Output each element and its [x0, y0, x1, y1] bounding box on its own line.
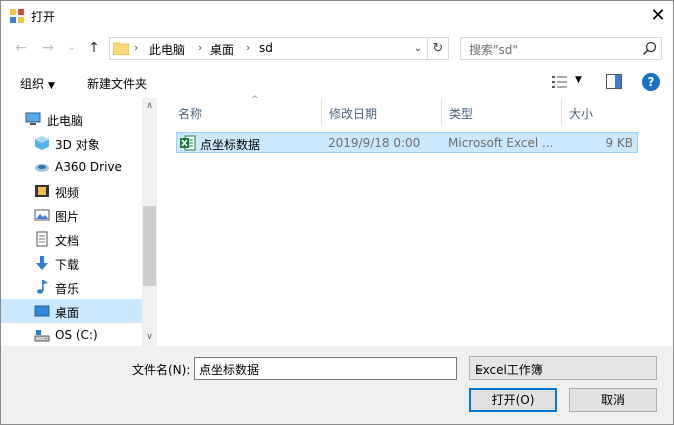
navigation-scrollbar[interactable]: ∧ ∨: [142, 98, 157, 346]
scroll-up-button[interactable]: ∧: [142, 98, 157, 115]
view-dropdown-icon[interactable]: ▼: [575, 75, 582, 85]
address-dropdown-button[interactable]: ⌄: [409, 38, 427, 59]
scrollbar-thumb[interactable]: [143, 206, 156, 286]
sidebar-item-label: OS (C:): [55, 328, 98, 342]
sidebar-item-label: 文档: [55, 234, 80, 248]
desktop-icon: [34, 305, 50, 317]
view-options-icon[interactable]: [551, 74, 569, 90]
breadcrumb-separator: ›: [134, 41, 139, 54]
a360-drive-icon: [35, 164, 49, 172]
close-button[interactable]: ✕: [643, 1, 673, 31]
music-icon: [37, 280, 48, 294]
sidebar-item-documents[interactable]: 文档: [1, 227, 142, 251]
filename-input[interactable]: 点坐标数据 ⌄: [194, 357, 457, 380]
navigation-bar: ← → ⌄ ↑ › 此电脑 › 桌面 › sd ⌄ ↻ 搜索"sd": [1, 33, 673, 63]
sidebar-item-this-pc[interactable]: 此电脑: [1, 107, 142, 131]
download-icon: [36, 256, 48, 270]
preview-pane-icon[interactable]: [606, 74, 622, 89]
computer-icon: [25, 112, 41, 125]
title-bar: 打开 ✕: [1, 1, 673, 31]
scroll-down-button[interactable]: ∨: [142, 329, 157, 346]
breadcrumb-separator: ›: [198, 41, 203, 54]
column-header-size[interactable]: 大小: [562, 98, 642, 126]
breadcrumb-sd[interactable]: sd: [259, 41, 273, 55]
open-button[interactable]: 打开(O): [469, 388, 557, 412]
sidebar-item-label: 音乐: [55, 282, 80, 296]
sidebar-item-label: 下载: [55, 258, 80, 272]
3d-objects-icon: [35, 136, 49, 150]
command-toolbar: 组织 ▼ 新建文件夹 ▼ ?: [1, 67, 673, 97]
breadcrumb-desktop[interactable]: 桌面: [210, 41, 234, 58]
dialog-footer: 文件名(N): 点坐标数据 ⌄ Excel工作簿 ⌄ 打开(O) 取消: [1, 346, 673, 424]
breadcrumb-this-pc[interactable]: 此电脑: [149, 41, 185, 58]
filename-label: 文件名(N):: [132, 363, 191, 377]
organize-label: 组织: [20, 77, 45, 91]
address-bar[interactable]: › 此电脑 › 桌面 › sd ⌄ ↻: [109, 37, 449, 60]
sidebar-item-label: A360 Drive: [55, 160, 122, 174]
app-icon: [10, 9, 24, 23]
filetype-select[interactable]: Excel工作簿 ⌄: [469, 356, 657, 380]
sidebar-item-desktop[interactable]: 桌面: [1, 299, 142, 323]
new-folder-button[interactable]: 新建文件夹: [87, 75, 147, 92]
window-title: 打开: [31, 10, 56, 24]
column-header-label: 大小: [569, 107, 594, 121]
chevron-down-icon: ⌄: [475, 361, 486, 375]
column-header-label: 名称: [178, 107, 203, 121]
excel-file-icon: [180, 135, 196, 151]
file-name: 点坐标数据: [200, 138, 261, 152]
search-box[interactable]: 搜索"sd": [460, 37, 662, 60]
sidebar-item-os-c[interactable]: OS (C:): [1, 323, 142, 346]
chevron-down-icon[interactable]: ⌄: [199, 361, 453, 375]
caret-down-icon: ▼: [48, 81, 55, 91]
organize-button[interactable]: 组织 ▼: [20, 75, 55, 92]
navigation-pane: 此电脑 3D 对象 A360 Drive 视频 图片 文档 下载 音乐 桌面 O…: [1, 98, 157, 346]
sidebar-item-label: 此电脑: [47, 114, 84, 128]
video-icon: [35, 185, 49, 197]
search-input[interactable]: 搜索"sd": [469, 41, 518, 58]
refresh-button[interactable]: ↻: [427, 38, 448, 59]
cancel-button[interactable]: 取消: [569, 388, 657, 412]
table-row[interactable]: 点坐标数据 2019/9/18 0:00 Microsoft Excel ...…: [176, 132, 638, 153]
column-header-type[interactable]: 类型: [442, 98, 562, 126]
up-button[interactable]: ↑: [85, 39, 103, 57]
search-icon[interactable]: [642, 41, 657, 56]
back-button[interactable]: ←: [12, 39, 30, 57]
column-header-name[interactable]: 名称 ^: [171, 95, 322, 126]
sidebar-item-music[interactable]: 音乐: [1, 275, 142, 299]
sidebar-item-downloads[interactable]: 下载: [1, 251, 142, 275]
sidebar-item-a360-drive[interactable]: A360 Drive: [1, 155, 142, 179]
recent-locations-button[interactable]: ⌄: [63, 39, 81, 57]
sidebar-item-label: 视频: [55, 186, 80, 200]
file-size: 9 KB: [605, 136, 633, 150]
breadcrumb-separator: ›: [246, 41, 251, 54]
column-header-label: 类型: [449, 107, 474, 121]
column-header-date[interactable]: 修改日期: [322, 98, 442, 126]
folder-icon: [113, 42, 129, 55]
sidebar-item-video[interactable]: 视频: [1, 179, 142, 203]
sidebar-item-label: 3D 对象: [55, 138, 100, 152]
sidebar-item-3d-objects[interactable]: 3D 对象: [1, 131, 142, 155]
documents-icon: [36, 231, 48, 247]
help-icon[interactable]: ?: [642, 73, 660, 91]
file-list: 名称 ^ 修改日期 类型 大小 点坐标数据 2019/9/18 0:00 Mic…: [161, 95, 673, 346]
sidebar-item-pictures[interactable]: 图片: [1, 203, 142, 227]
sort-ascending-icon: ^: [251, 95, 259, 105]
pictures-icon: [34, 209, 50, 221]
sidebar-item-label: 桌面: [55, 306, 80, 320]
sidebar-item-label: 图片: [55, 210, 80, 224]
column-header-label: 修改日期: [329, 107, 378, 121]
forward-button[interactable]: →: [39, 39, 57, 57]
file-type: Microsoft Excel ...: [448, 136, 554, 150]
drive-icon: [34, 330, 50, 342]
open-file-dialog: 打开 ✕ ← → ⌄ ↑ › 此电脑 › 桌面 › sd ⌄ ↻ 搜索"sd": [0, 0, 674, 425]
file-modified-date: 2019/9/18 0:00: [328, 136, 421, 150]
